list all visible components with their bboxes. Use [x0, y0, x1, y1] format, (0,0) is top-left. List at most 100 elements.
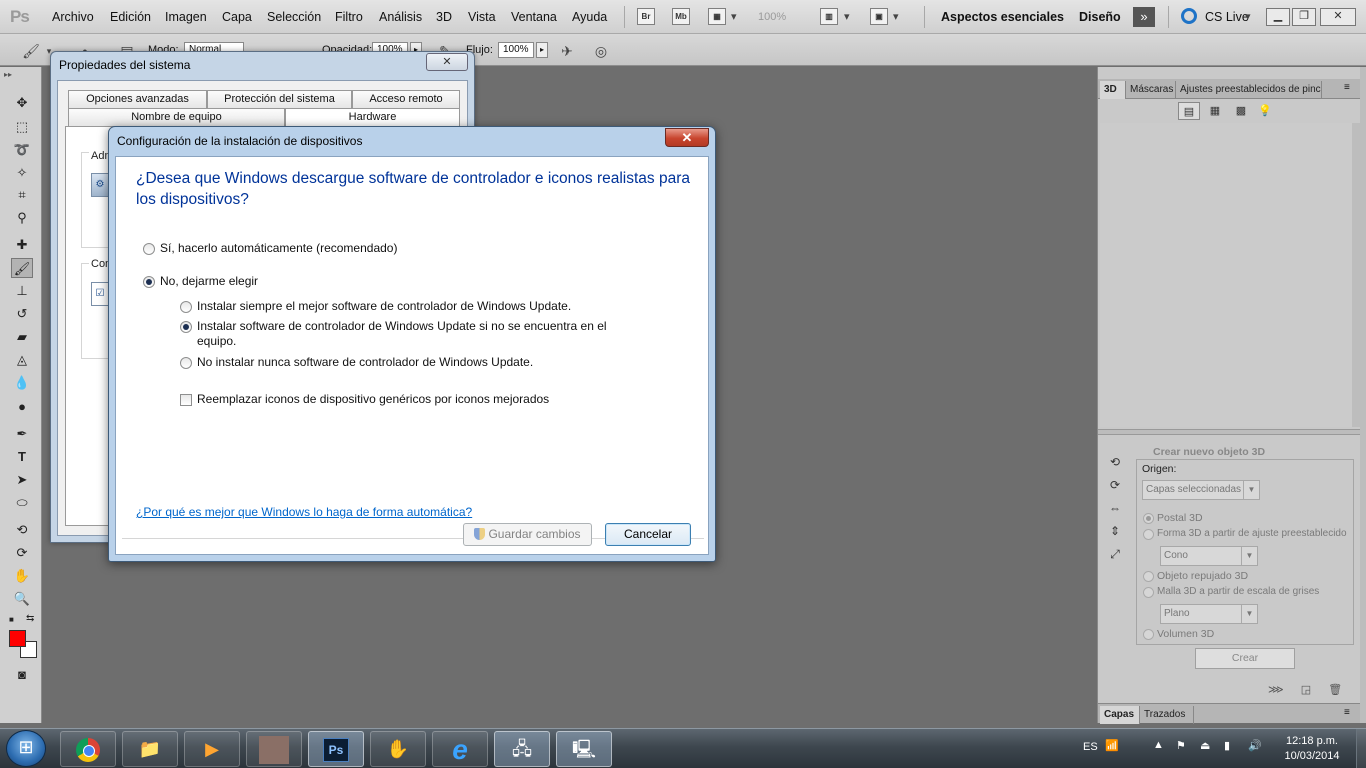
history-brush-tool-icon[interactable]: ↺	[11, 304, 33, 324]
scrollbar[interactable]	[1352, 123, 1360, 427]
tab-computer-name[interactable]: Nombre de equipo	[68, 108, 285, 126]
panel-menu-icon[interactable]: ≡	[1344, 707, 1350, 718]
clone-stamp-tool-icon[interactable]: ⊥	[11, 281, 33, 301]
arrange-documents-icon[interactable]: ▥	[820, 8, 838, 25]
quick-selection-tool-icon[interactable]: ✧	[11, 163, 33, 183]
taskbar-explorer[interactable]: 📁	[122, 731, 178, 767]
show-hidden-icons[interactable]: ▲	[1153, 739, 1164, 751]
volume-radio[interactable]	[1143, 629, 1154, 640]
chevron-down-icon[interactable]: ▾	[1245, 10, 1251, 23]
taskbar-app[interactable]: ✋	[370, 731, 426, 767]
screen-mode-icon[interactable]: ▣	[870, 8, 888, 25]
pen-tool-icon[interactable]: ✒	[11, 424, 33, 444]
flow-field[interactable]: 100%	[498, 42, 534, 58]
repousse-radio[interactable]	[1143, 571, 1154, 582]
collapse-toolbar-icon[interactable]: ▸▸	[4, 70, 12, 79]
menu-imagen[interactable]: Imagen	[165, 10, 207, 24]
trash-icon[interactable]: 🗑	[1328, 684, 1342, 696]
workspace-essentials[interactable]: Aspectos esenciales	[941, 10, 1064, 24]
auto-install-label[interactable]: Sí, hacerlo automáticamente (recomendado…	[160, 241, 397, 256]
3d-scale-icon[interactable]: ⤢	[1104, 547, 1126, 567]
never-install-label[interactable]: No instalar nunca software de controlado…	[197, 355, 617, 370]
zoom-tool-icon[interactable]: 🔍	[11, 589, 33, 609]
crop-tool-icon[interactable]: ⌗	[11, 185, 33, 205]
show-desktop-button[interactable]	[1356, 729, 1366, 768]
menu-filtro[interactable]: Filtro	[335, 10, 363, 24]
always-install-label[interactable]: Instalar siempre el mejor software de co…	[197, 299, 617, 314]
more-workspaces-icon[interactable]: »	[1133, 7, 1155, 27]
tab-system-protection[interactable]: Protección del sistema	[207, 90, 352, 108]
safely-remove-icon[interactable]: ⏏	[1200, 739, 1210, 752]
path-selection-tool-icon[interactable]: ➤	[11, 470, 33, 490]
workspace-design[interactable]: Diseño	[1079, 10, 1121, 24]
close-icon[interactable]: ✕	[665, 128, 709, 147]
menu-capa[interactable]: Capa	[222, 10, 252, 24]
tab-remote-access[interactable]: Acceso remoto	[352, 90, 460, 108]
3d-slide-icon[interactable]: ⇕	[1104, 524, 1126, 544]
mini-bridge-button[interactable]: Mb	[672, 8, 690, 25]
tab-3d[interactable]: 3D	[1100, 81, 1126, 99]
dodge-tool-icon[interactable]: ●	[11, 397, 33, 417]
postcard-radio[interactable]	[1143, 513, 1154, 524]
view-extras-icon[interactable]: ▦	[708, 8, 726, 25]
let-me-choose-radio[interactable]	[143, 276, 155, 288]
preset-shape-radio[interactable]	[1143, 529, 1154, 540]
network-signal-icon[interactable]: ▮	[1224, 739, 1230, 752]
default-colors-icon[interactable]: ■	[9, 615, 14, 624]
menu-vista[interactable]: Vista	[468, 10, 496, 24]
menu-ventana[interactable]: Ventana	[511, 10, 557, 24]
3d-rotate-icon[interactable]: ⟲	[1104, 455, 1126, 475]
eyedropper-tool-icon[interactable]: ⚲	[11, 208, 33, 228]
always-install-radio[interactable]	[180, 301, 192, 313]
taskbar-internet-explorer[interactable]: e	[432, 731, 488, 767]
3d-orbit-tool-icon[interactable]: ⟳	[11, 543, 33, 563]
menu-archivo[interactable]: Archivo	[52, 10, 94, 24]
taskbar-control-panel[interactable]: 🖧	[494, 731, 550, 767]
menu-seleccion[interactable]: Selección	[267, 10, 321, 24]
cs-live-menu[interactable]: CS Live	[1205, 10, 1249, 24]
panel-menu-icon[interactable]: ≡	[1344, 82, 1350, 93]
tab-hardware[interactable]: Hardware	[285, 108, 460, 126]
taskbar-clock[interactable]: 12:18 p.m. 10/03/2014	[1276, 734, 1348, 764]
wireless-icon[interactable]: 📶	[1105, 739, 1119, 752]
tab-capas[interactable]: Capas	[1100, 706, 1140, 724]
taskbar-system-properties[interactable]: 🖳	[556, 731, 612, 767]
foreground-color-swatch[interactable]	[9, 630, 26, 647]
hand-tool-icon[interactable]: ✋	[11, 566, 33, 586]
auto-install-radio[interactable]	[143, 243, 155, 255]
panel-divider[interactable]	[1098, 429, 1361, 435]
chevron-down-icon[interactable]: ▾	[844, 10, 850, 23]
install-if-not-found-radio[interactable]	[180, 321, 192, 333]
brush-tool-preset-icon[interactable]: 🖌	[22, 42, 40, 60]
menu-ayuda[interactable]: Ayuda	[572, 10, 607, 24]
chevron-down-icon[interactable]: ▾	[731, 10, 737, 23]
tablet-size-icon[interactable]: ◎	[592, 42, 610, 60]
flow-slider-toggle[interactable]: ▸	[536, 42, 548, 58]
move-tool-icon[interactable]: ✥	[11, 93, 33, 113]
action-center-flag-icon[interactable]: ⚑	[1176, 739, 1186, 752]
ellipse-tool-icon[interactable]: ⬭	[11, 493, 33, 513]
taskbar-photoshop[interactable]: Ps	[308, 731, 364, 767]
new-light-icon[interactable]: ◲	[1301, 684, 1311, 696]
tab-brush-presets[interactable]: Ajustes preestablecidos de pincel	[1176, 81, 1322, 99]
eraser-tool-icon[interactable]: ▰	[11, 327, 33, 347]
ground-plane-icon[interactable]: ⋙	[1268, 684, 1284, 696]
replace-icons-label[interactable]: Reemplazar iconos de dispositivo genéric…	[197, 392, 549, 407]
lights-icon[interactable]: 💡	[1254, 102, 1276, 120]
menu-analisis[interactable]: Análisis	[379, 10, 422, 24]
meshes-icon[interactable]: ▦	[1204, 102, 1226, 120]
install-if-not-found-label[interactable]: Instalar software de controlador de Wind…	[197, 319, 617, 349]
type-tool-icon[interactable]: T	[11, 447, 33, 467]
let-me-choose-label[interactable]: No, dejarme elegir	[160, 274, 258, 289]
healing-brush-tool-icon[interactable]: ✚	[11, 235, 33, 255]
taskbar-media-player[interactable]: ▶	[184, 731, 240, 767]
cancel-button[interactable]: Cancelar	[605, 523, 691, 546]
create-button[interactable]: Crear	[1195, 648, 1295, 669]
menu-edicion[interactable]: Edición	[110, 10, 151, 24]
taskbar-image-viewer[interactable]	[246, 731, 302, 767]
save-changes-button[interactable]: Guardar cambios	[463, 523, 592, 546]
never-install-radio[interactable]	[180, 357, 192, 369]
tab-trazados[interactable]: Trazados	[1140, 706, 1194, 724]
start-button[interactable]	[6, 730, 46, 767]
origin-select[interactable]: Capas seleccionadas ▼	[1142, 480, 1260, 500]
